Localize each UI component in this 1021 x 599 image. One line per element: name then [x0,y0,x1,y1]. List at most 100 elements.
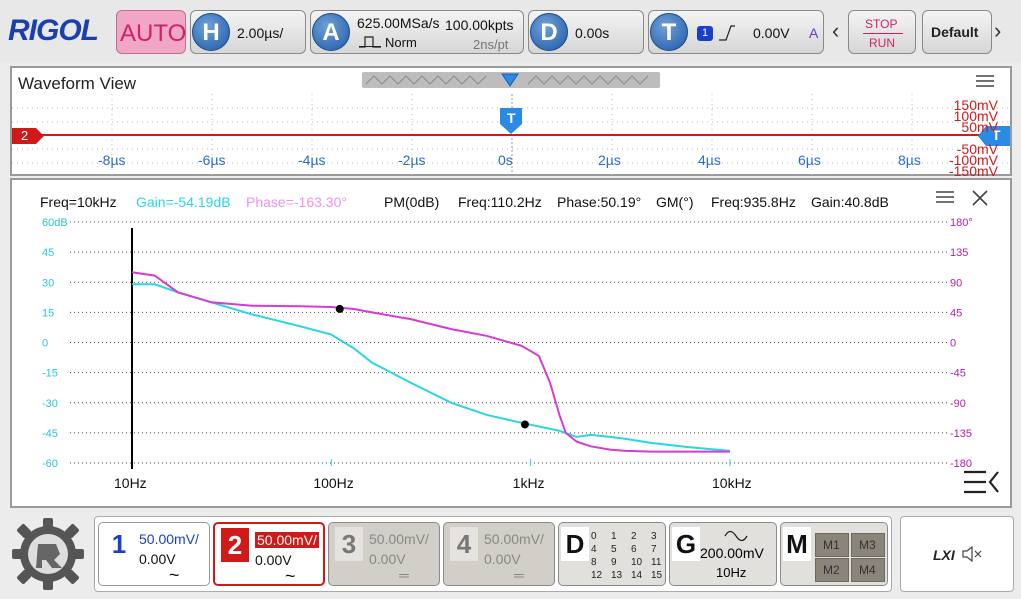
digital-bit-label: 15 [651,570,663,581]
stop-run-button[interactable]: STOP RUN [848,10,916,54]
channel-1-tile[interactable]: 1 50.00mV/ 0.00V ~ [98,522,210,586]
math-m2-label: M2 [823,563,840,577]
channel-3-tile[interactable]: 3 50.00mV/ 0.00V ═ [328,522,440,586]
gain-tick-label: 45 [42,247,54,259]
delay-letter: D [530,13,568,51]
run-mode-label: AUTO [120,20,187,47]
math-m3-label: M3 [859,538,876,552]
digital-bit-label: 6 [631,544,637,555]
run-label: RUN [869,36,895,50]
bode-plot: 60dB 45 30 15 0 -15 -30 -45 -60 180° 135 90 45 0 -45 -9… [42,217,973,491]
trigger-position-marker[interactable] [500,70,520,93]
channel-4-scale: 50.00mV/ [484,531,544,547]
lxi-logo: LXI [933,547,955,563]
generator-tile[interactable]: G 200.00mV 10Hz [669,522,777,586]
trigger-mode: Norm [385,35,417,50]
gain-tick-label: 60dB [42,217,68,229]
default-button[interactable]: Default [922,10,992,54]
digital-bit-label: 10 [631,557,643,568]
math-m2[interactable]: M2 [815,558,849,582]
gain-tick-label: -45 [42,428,58,440]
digital-bit-label: 13 [611,570,623,581]
delay-button[interactable]: D 0.00s [528,10,644,54]
default-label: Default [931,24,979,40]
gain-tick-label: 15 [42,307,54,319]
digital-bit-label: 11 [651,557,662,568]
trigger-suffix: A [809,25,819,41]
timebase-value: 2.00µs/ [237,25,284,41]
dc-coupling-icon: ═ [514,567,524,583]
horizontal-letter: H [192,13,230,51]
ch2-level-label: 2 [21,128,29,143]
generator-amplitude: 200.00mV [700,545,764,561]
time-tick-label: -6µs [198,152,226,168]
digital-bit-label: 3 [651,531,657,542]
time-tick-label: 2µs [598,152,621,168]
horizontal-button[interactable]: H 2.00µs/ [190,10,306,54]
trigger-level: 0.00V [753,25,790,41]
phase-tick-label: 135 [950,247,968,259]
digital-bit-label: 12 [591,570,603,581]
phase-tick-label: 0 [950,338,956,350]
sample-rate: 625.00MSa/s [357,15,440,31]
channel-2-tile[interactable]: 2 50.00mV/ 0.00V ~ [213,522,325,586]
gain-margin-marker [520,420,529,429]
ac-coupling-icon: ~ [169,565,180,585]
top-bar: RIGOL AUTO H 2.00µs/ A 625.00MSa/s 100.0… [0,0,1021,62]
digital-bit-label: 2 [631,531,637,542]
rigol-logo: RIGOL [8,14,99,47]
generator-letter: G [672,527,700,561]
run-mode-button[interactable]: AUTO [116,10,186,54]
volt-tick-label: -150mV [948,163,998,179]
acquire-button[interactable]: A 625.00MSa/s 100.00kpts Norm 2ns/pt [310,10,524,54]
phase-tick-label: -90 [950,398,966,410]
math-m4[interactable]: M4 [851,558,885,582]
math-m1-label: M1 [823,538,840,552]
chevron-right-icon[interactable]: › [994,18,1001,44]
digital-bit-label: 9 [611,557,617,568]
phase-line [131,271,730,453]
menu-icon[interactable] [974,74,996,93]
time-tick-label: -4µs [298,152,326,168]
time-tick-label: -2µs [398,152,426,168]
speaker-muted-icon[interactable] [961,545,983,568]
phase-tick-label: -135 [950,428,972,440]
ac-coupling-icon: ~ [285,566,296,586]
waveform-panel: Waveform View 2 T T -8µs -6µs -4µs -2µs 0s 2µ… [10,66,1012,179]
time-tick-label: -8µs [98,152,126,168]
math-m1[interactable]: M1 [815,533,849,557]
acquire-letter: A [312,13,350,51]
channel-1-scale: 50.00mV/ [139,531,199,547]
channel-4-tile[interactable]: 4 50.00mV/ 0.00V ═ [443,522,555,586]
collapse-icon[interactable] [962,468,1000,501]
trigger-letter: T [650,13,688,51]
digital-bit-label: 0 [591,531,597,542]
waveform-title: Waveform View [18,74,137,93]
freq-tick-label: 10Hz [114,475,147,491]
trigger-button[interactable]: T 1 0.00V A [648,10,824,54]
pulse-icon [359,35,381,48]
digital-bits-grid: 0 1 2 3 4 5 6 7 8 9 10 11 12 13 14 15 [591,531,665,583]
phase-tick-label: -45 [950,368,966,380]
time-tick-label: 4µs [698,152,721,168]
utility-button[interactable] [8,514,88,594]
freq-tick-label: 1kHz [513,475,545,491]
gain-line [132,283,731,452]
bode-panel: Freq=10kHz Gain=-54.19dB Phase=-163.30° … [10,178,1012,508]
math-letter: M [783,527,811,561]
digital-bit-label: 4 [591,544,597,555]
math-tile[interactable]: M M1 M3 M2 M4 [780,522,888,586]
channel-1-number: 1 [105,527,133,561]
math-m3[interactable]: M3 [851,533,885,557]
gain-tick-label: 0 [42,338,48,350]
digital-bit-label: 1 [611,531,617,542]
sample-interval: 2ns/pt [473,37,509,52]
chevron-left-icon[interactable]: ‹ [832,18,839,44]
digital-tile[interactable]: D 0 1 2 3 4 5 6 7 8 9 10 11 12 13 14 15 [558,522,666,586]
stop-label: STOP [865,17,898,31]
digital-letter: D [561,527,589,561]
phase-margin-marker [335,304,344,313]
phase-tick-label: 180° [950,217,973,229]
generator-frequency: 10Hz [716,565,747,580]
phase-tick-label: 90 [950,277,962,289]
